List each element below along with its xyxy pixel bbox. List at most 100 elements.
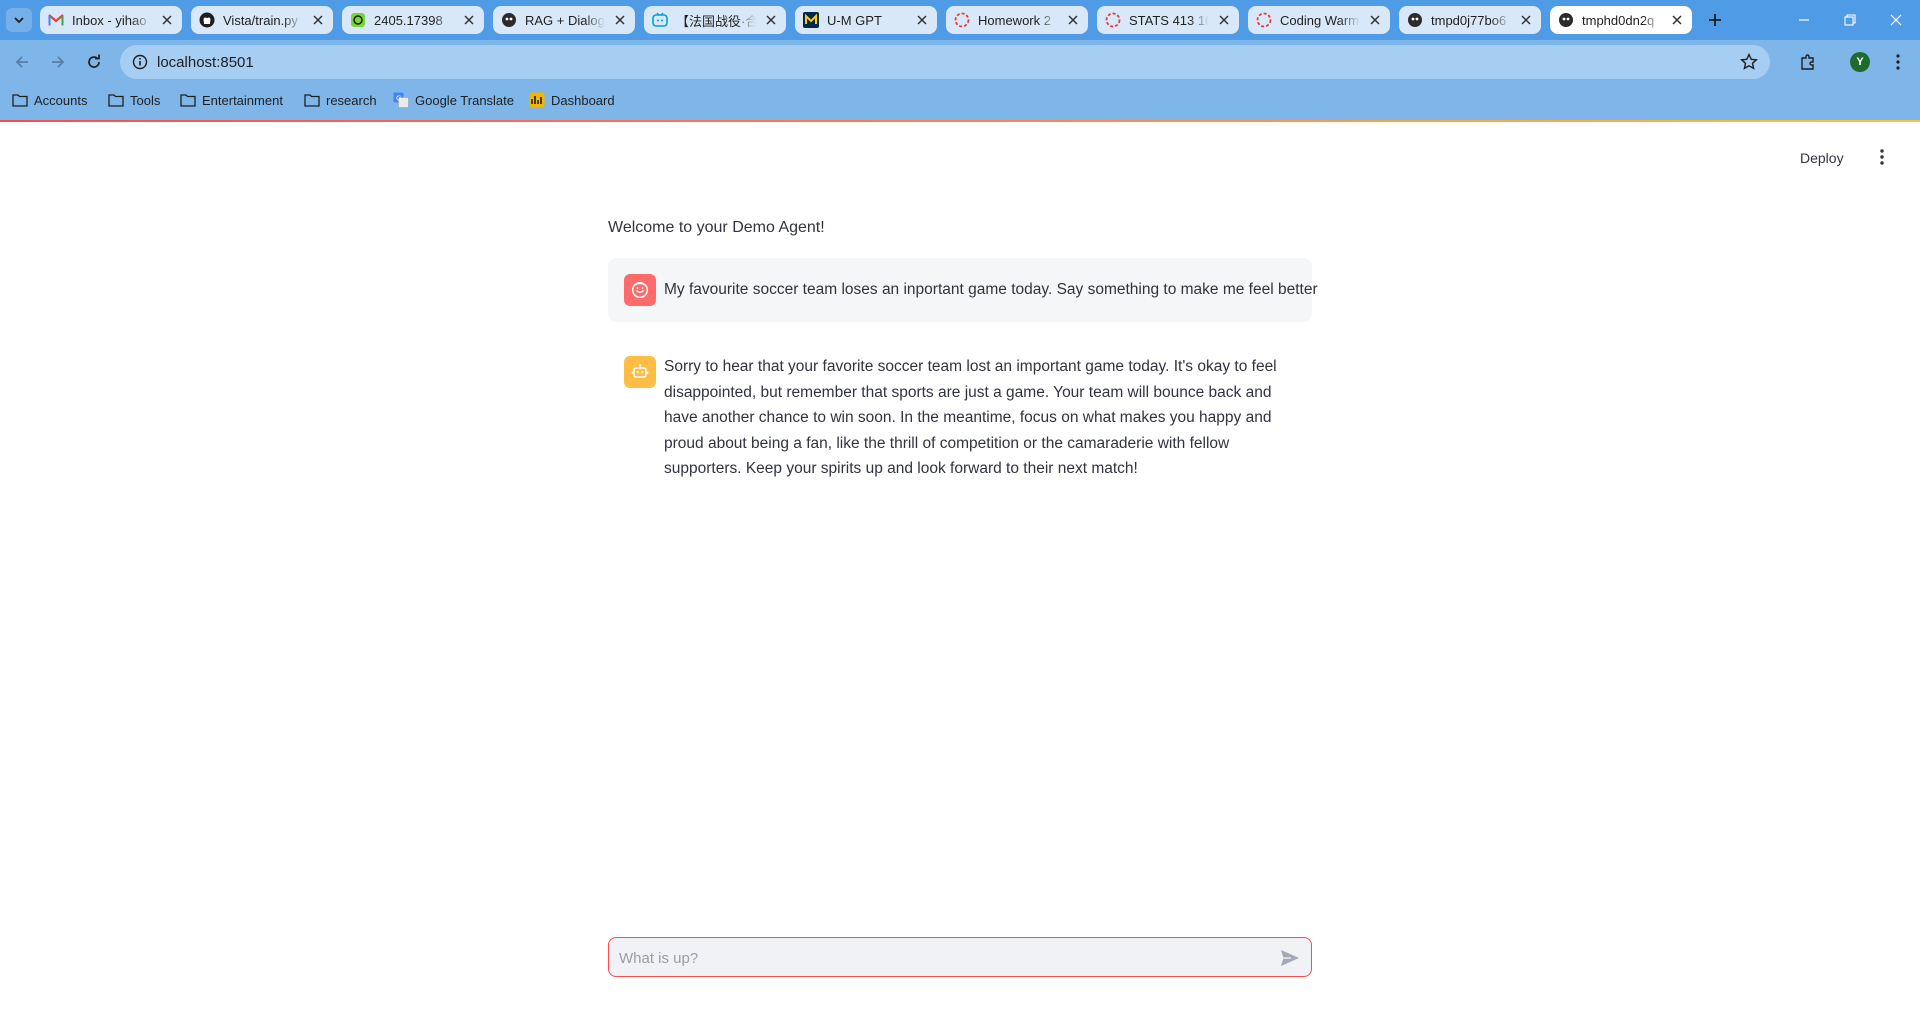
bookmark-star-icon[interactable] <box>1740 53 1758 71</box>
close-icon[interactable] <box>915 13 929 27</box>
tab-bilibili[interactable]: 【法国战役·合 <box>644 6 786 34</box>
user-avatar <box>624 274 656 306</box>
tab-title: Inbox - yihao <box>72 12 147 28</box>
puzzle-icon <box>1801 54 1814 70</box>
chevron-down-icon <box>14 17 24 24</box>
bookmark-label: Entertainment <box>202 92 283 108</box>
tab-coding-warm[interactable]: Coding Warm <box>1248 6 1390 34</box>
close-icon[interactable] <box>1519 13 1533 27</box>
status-bar-decoration <box>0 120 1920 122</box>
bookmark-label: Tools <box>130 92 161 108</box>
tab-title: U-M GPT <box>827 12 882 28</box>
bookmark-entertainment[interactable]: Entertainment <box>180 90 283 110</box>
loading-icon <box>954 12 970 28</box>
tab-stats-413[interactable]: STATS 413 10 <box>1097 6 1239 34</box>
site-info-icon[interactable] <box>130 52 150 72</box>
github-icon <box>199 12 215 28</box>
tab-strip: Inbox - yihao Vista/train.py 2405.17398 … <box>0 0 1920 40</box>
back-button[interactable] <box>8 48 36 76</box>
close-icon[interactable] <box>1217 13 1231 27</box>
tab-title: Coding Warm <box>1280 12 1359 28</box>
folder-icon <box>108 92 124 108</box>
umich-icon <box>803 12 819 28</box>
url-text[interactable]: localhost:8501 <box>157 54 254 71</box>
forward-button[interactable] <box>44 48 72 76</box>
tab-title: 2405.17398 <box>374 12 443 28</box>
tab-title: RAG + Dialog <box>525 12 605 28</box>
close-icon[interactable] <box>764 13 778 27</box>
browser-toolbar: localhost:8501 Y <box>0 40 1920 84</box>
close-icon[interactable] <box>462 13 476 27</box>
close-window-button[interactable] <box>1874 0 1918 40</box>
tab-title: tmpd0j77bo6 <box>1431 12 1507 28</box>
tab-tmpd0j77bo6[interactable]: tmpd0j77bo6 <box>1399 6 1541 34</box>
reload-button[interactable] <box>80 48 108 76</box>
tab-tmphd0dn2q[interactable]: tmphd0dn2q <box>1550 6 1692 34</box>
folder-icon <box>304 92 320 108</box>
close-icon <box>1890 14 1902 26</box>
gmail-icon <box>48 12 64 28</box>
deploy-button[interactable]: Deploy <box>1800 146 1844 170</box>
new-tab-button[interactable] <box>1702 8 1728 32</box>
extensions-button[interactable] <box>1794 48 1822 76</box>
tab-title: tmphd0dn2q <box>1582 12 1655 28</box>
arrow-left-icon <box>15 56 28 68</box>
app-icon <box>1558 12 1574 28</box>
message-text: My favourite soccer team loses an inport… <box>664 281 1318 298</box>
browser-menu-button[interactable] <box>1884 48 1912 76</box>
close-icon[interactable] <box>1066 13 1080 27</box>
chat-message-user: My favourite soccer team loses an inport… <box>608 258 1318 322</box>
close-icon[interactable] <box>160 13 174 27</box>
tab-um-gpt[interactable]: U-M GPT <box>795 6 937 34</box>
tab-arxiv[interactable]: 2405.17398 <box>342 6 484 34</box>
bookmark-label: Google Translate <box>415 92 515 108</box>
chat-input[interactable] <box>617 938 1261 978</box>
close-icon[interactable] <box>613 13 627 27</box>
paper-icon <box>350 12 366 28</box>
send-button[interactable] <box>1279 947 1301 969</box>
dashboard-icon <box>529 92 545 108</box>
minimize-icon <box>1799 19 1809 21</box>
chat-message-assistant: Sorry to hear that your favorite soccer … <box>608 340 1312 490</box>
main-menu-button[interactable] <box>1870 145 1894 169</box>
browser-chrome: Inbox - yihao Vista/train.py 2405.17398 … <box>0 0 1920 122</box>
bookmark-label: Accounts <box>34 92 88 108</box>
close-icon[interactable] <box>311 13 325 27</box>
minimize-button[interactable] <box>1782 0 1826 40</box>
bookmark-accounts[interactable]: Accounts <box>12 90 87 110</box>
assistant-avatar <box>624 356 656 388</box>
tab-inbox[interactable]: Inbox - yihao <box>40 6 182 34</box>
welcome-text: Welcome to your Demo Agent! <box>608 219 825 236</box>
close-icon[interactable] <box>1368 13 1382 27</box>
tab-github[interactable]: Vista/train.py <box>191 6 333 34</box>
tab-rag-dialog[interactable]: RAG + Dialog <box>493 6 635 34</box>
arrow-right-icon <box>52 56 65 68</box>
bookmark-label: Dashboard <box>551 92 615 108</box>
profile-button[interactable]: Y <box>1846 48 1874 76</box>
bookmark-research[interactable]: research <box>304 90 377 110</box>
message-text: Sorry to hear that your favorite soccer … <box>664 358 1277 477</box>
more-vertical-icon <box>1896 54 1900 70</box>
bookmark-google-translate[interactable]: G Google Translate <box>393 90 514 110</box>
smiley-icon <box>631 281 649 299</box>
address-bar[interactable]: localhost:8501 <box>120 45 1770 79</box>
avatar: Y <box>1850 52 1870 72</box>
robot-icon <box>631 364 649 378</box>
tab-title: 【法国战役·合 <box>676 13 756 29</box>
loading-icon <box>1256 12 1272 28</box>
reload-icon <box>88 54 100 68</box>
bookmark-tools[interactable]: Tools <box>108 90 160 110</box>
tab-homework-2[interactable]: Homework 2 <box>946 6 1088 34</box>
tab-title: STATS 413 10 <box>1129 12 1209 28</box>
app-icon <box>501 12 517 28</box>
chat-input-container <box>608 937 1312 978</box>
send-icon <box>1281 950 1299 966</box>
tab-title: Homework 2 <box>978 12 1051 28</box>
tab-search-button[interactable] <box>6 8 32 32</box>
bookmark-dashboard[interactable]: Dashboard <box>529 90 615 110</box>
close-icon[interactable] <box>1670 13 1684 27</box>
folder-icon <box>180 92 196 108</box>
restore-icon <box>1844 14 1856 26</box>
bilibili-icon <box>652 12 668 28</box>
restore-button[interactable] <box>1828 0 1872 40</box>
